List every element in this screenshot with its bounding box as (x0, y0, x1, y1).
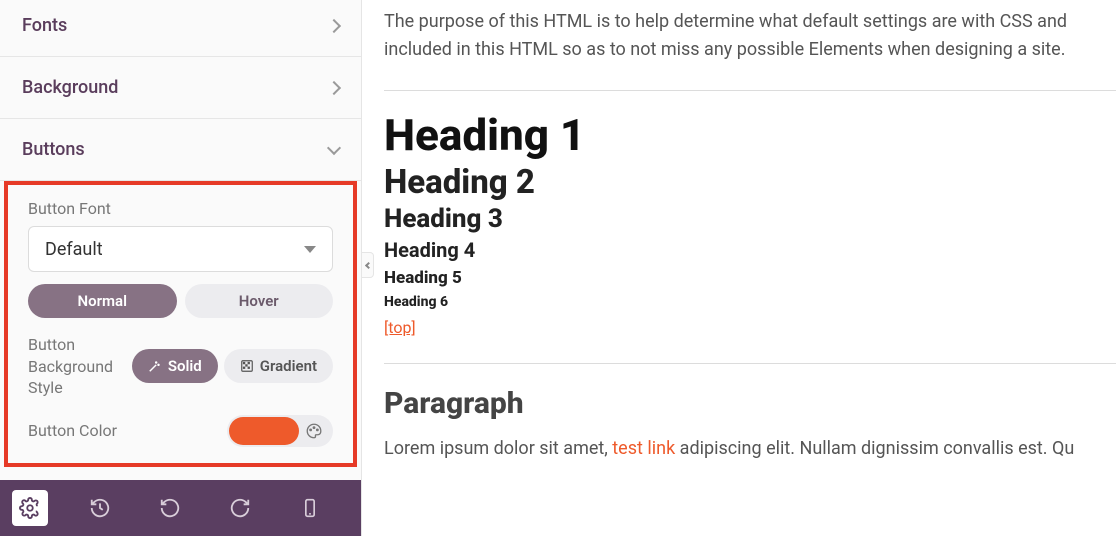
history-icon (89, 497, 111, 519)
gear-icon (19, 497, 41, 519)
history-button[interactable] (82, 490, 118, 526)
tab-hover[interactable]: Hover (185, 284, 334, 318)
button-color-control[interactable] (227, 415, 333, 447)
button-font-value: Default (45, 239, 103, 260)
heading-3: Heading 3 (384, 204, 1116, 234)
panel-fonts-label: Fonts (22, 15, 67, 36)
collapse-sidebar-button[interactable] (362, 252, 374, 278)
responsive-button[interactable] (292, 490, 328, 526)
tab-normal[interactable]: Normal (28, 284, 177, 318)
chevron-right-icon (327, 80, 341, 94)
para-before: Lorem ipsum dolor sit amet, (384, 438, 612, 459)
panel-background-label: Background (22, 77, 118, 98)
color-swatch[interactable] (229, 417, 299, 445)
divider (384, 90, 1116, 91)
chevron-right-icon (327, 18, 341, 32)
para-after: adipiscing elit. Nullam dignissim conval… (675, 438, 1074, 459)
paragraph-text: Lorem ipsum dolor sit amet, test link ad… (384, 435, 1116, 463)
bg-style-group: Solid Gradient (132, 349, 333, 383)
heading-2: Heading 2 (384, 163, 1116, 202)
bg-style-gradient[interactable]: Gradient (224, 349, 333, 383)
wand-icon (148, 359, 162, 373)
button-color-row: Button Color (28, 415, 333, 447)
panel-buttons-label: Buttons (22, 139, 85, 160)
bg-style-solid-label: Solid (168, 357, 202, 375)
caret-down-icon (304, 246, 316, 253)
bg-style-gradient-label: Gradient (260, 357, 317, 375)
paragraph-heading: Paragraph (384, 386, 1116, 421)
mobile-icon (300, 497, 320, 519)
settings-button[interactable] (12, 490, 48, 526)
undo-button[interactable] (152, 490, 188, 526)
redo-icon (229, 497, 251, 519)
state-tabs: Normal Hover (28, 284, 333, 318)
customizer-sidebar: Fonts Background Buttons Button Font Def… (0, 0, 362, 536)
sidebar-panels: Fonts Background Buttons Button Font Def… (0, 0, 361, 536)
preview-pane: The purpose of this HTML is to help dete… (384, 0, 1116, 463)
undo-icon (159, 497, 181, 519)
heading-5: Heading 5 (384, 268, 1116, 288)
button-font-label: Button Font (28, 199, 333, 218)
sidebar-bottom-bar (0, 480, 361, 536)
intro-text: The purpose of this HTML is to help dete… (384, 8, 1116, 64)
redo-button[interactable] (222, 490, 258, 526)
heading-4: Heading 4 (384, 238, 1116, 262)
bg-style-row: Button Background Style Solid Gradient (28, 334, 333, 399)
divider (384, 363, 1116, 364)
buttons-panel-content: Button Font Default Normal Hover Button … (4, 181, 357, 467)
gradient-icon (240, 359, 254, 373)
test-link[interactable]: test link (612, 438, 675, 459)
panel-fonts[interactable]: Fonts (0, 0, 361, 57)
button-color-label: Button Color (28, 420, 117, 442)
button-font-select[interactable]: Default (28, 226, 333, 272)
top-link[interactable]: [top] (384, 318, 416, 337)
panel-background[interactable]: Background (0, 57, 361, 119)
bg-style-label: Button Background Style (28, 334, 132, 399)
chevron-down-icon (327, 140, 341, 154)
heading-6: Heading 6 (384, 294, 1116, 310)
palette-icon[interactable] (301, 418, 327, 444)
chevron-left-icon (365, 261, 372, 268)
panel-buttons[interactable]: Buttons (0, 119, 361, 181)
heading-1: Heading 1 (384, 109, 1116, 161)
bg-style-solid[interactable]: Solid (132, 349, 218, 383)
